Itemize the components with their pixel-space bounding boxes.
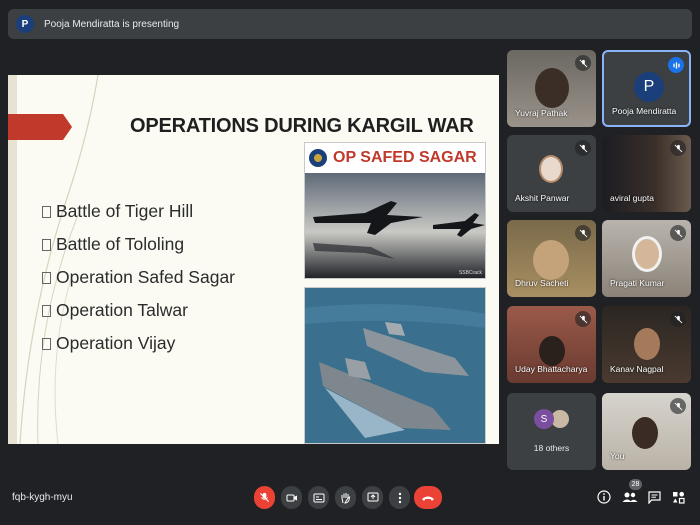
participant-tile-akshit-panwar[interactable]: Akshit Panwar [507,135,596,212]
others-tile[interactable]: S 18 others [507,393,596,470]
bullet-box-icon [42,205,51,218]
slide-bullet-list: Battle of Tiger Hill Battle of Tololing … [42,195,235,360]
participant-tile-you[interactable]: You [602,393,691,470]
captions-icon [313,493,324,502]
camera-toggle-button[interactable] [281,486,302,509]
speaking-indicator-icon [668,57,684,73]
list-item: Operation Safed Sagar [42,261,235,294]
mic-off-icon [670,225,686,241]
participant-name: Pooja Mendiratta [612,106,677,116]
people-icon [622,492,638,502]
participant-tile-dhruv-sacheti[interactable]: Dhruv Sacheti [507,220,596,297]
presented-slide: OPERATIONS DURING KARGIL WAR Battle of T… [8,75,499,444]
others-count-label: 18 others [533,443,570,453]
participant-name: You [610,451,625,461]
bullet-box-icon [42,238,51,251]
participant-name: Yuvraj Pathak [515,108,568,118]
participant-tile-kanav-nagpal[interactable]: Kanav Nagpal [602,306,691,383]
person-silhouette [632,236,662,272]
person-silhouette [535,68,569,108]
more-options-button[interactable] [389,486,410,509]
list-item: Battle of Tiger Hill [42,195,235,228]
participant-tile-yuvraj-pathak[interactable]: Yuvraj Pathak [507,50,596,127]
bullet-box-icon [42,337,51,350]
mic-off-icon [259,492,270,503]
participant-photo [539,155,563,183]
warships-illustration [305,288,485,443]
photo-caption: OP SAFED SAGAR [333,149,477,166]
participant-name: aviral gupta [610,193,654,203]
participant-name: Pragati Kumar [610,278,665,288]
present-screen-icon [367,492,378,502]
mic-off-icon [670,140,686,156]
person-silhouette [634,328,660,360]
photo-banner: OP SAFED SAGAR [305,143,485,173]
mic-off-icon [575,311,591,327]
warships-photo [304,287,486,444]
others-avatar: S [534,409,554,429]
presenting-banner: P Pooja Mendiratta is presenting [8,9,692,39]
chat-icon [647,490,661,504]
jets-illustration [305,173,485,278]
info-icon [597,490,611,504]
list-item: Operation Talwar [42,294,235,327]
mic-off-icon [670,311,686,327]
end-call-button[interactable] [414,486,442,509]
bullet-box-icon [42,304,51,317]
captions-button[interactable] [308,486,329,509]
participant-tile-pragati-kumar[interactable]: Pragati Kumar [602,220,691,297]
hang-up-icon [422,496,434,501]
list-item: Battle of Tololing [42,228,235,261]
chat-button[interactable] [646,489,662,505]
activities-icon [672,491,685,504]
title-arrow-shape [8,114,72,140]
participant-name: Uday Bhattacharya [515,364,588,374]
air-force-logo-icon [309,149,327,167]
meeting-code: fqb-kygh-myu [12,492,73,503]
more-vertical-icon [398,492,401,503]
jets-photo: OP SAFED SAGAR SSBCrack [304,142,486,279]
photo-credit: SSBCrack [458,270,482,276]
slide-title: OPERATIONS DURING KARGIL WAR [130,115,474,137]
person-silhouette [539,336,565,366]
participant-name: Dhruv Sacheti [515,278,569,288]
mic-off-icon [575,55,591,71]
participant-tile-uday-bhattacharya[interactable]: Uday Bhattacharya [507,306,596,383]
list-item: Operation Vijay [42,327,235,360]
presenting-text: Pooja Mendiratta is presenting [44,18,180,30]
person-silhouette [632,417,658,449]
participant-tile-pooja-mendiratta[interactable]: P Pooja Mendiratta [602,50,691,127]
meeting-details-button[interactable] [596,489,612,505]
participant-name: Kanav Nagpal [610,364,664,374]
bullet-box-icon [42,271,51,284]
raise-hand-button[interactable] [335,486,356,509]
presenter-avatar: P [16,15,34,33]
mic-off-icon [575,140,591,156]
activities-button[interactable] [670,489,686,505]
mic-off-icon [575,225,591,241]
participant-avatar: P [634,72,664,102]
mic-off-icon [670,398,686,414]
camera-icon [286,494,297,501]
raise-hand-icon [341,492,351,504]
people-button[interactable] [622,489,638,505]
person-silhouette [533,240,569,280]
mic-toggle-button[interactable] [254,486,275,509]
present-screen-button[interactable] [362,486,383,509]
participant-tile-aviral-gupta[interactable]: aviral gupta [602,135,691,212]
participant-name: Akshit Panwar [515,193,570,203]
